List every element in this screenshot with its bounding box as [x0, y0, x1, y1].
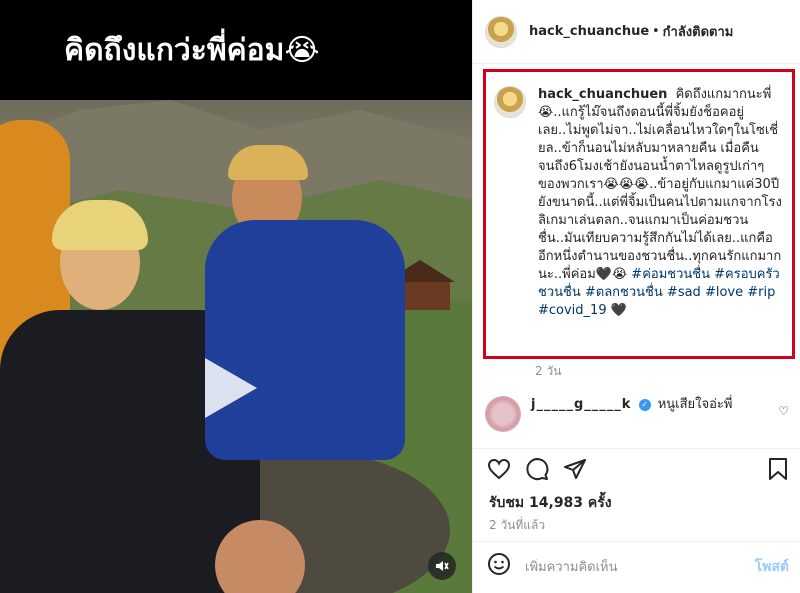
follow-status-button[interactable]: กำลังติดตาม [663, 21, 734, 42]
emoji-icon[interactable] [487, 552, 511, 582]
video-frame[interactable] [0, 100, 472, 593]
post-comment-button[interactable]: โพสต์ [755, 556, 789, 578]
comment-input[interactable] [523, 558, 755, 576]
header-username[interactable]: hack_chuanchuen [529, 24, 649, 39]
post-header: hack_chuanchuen • กำลังติดตาม [473, 0, 800, 64]
comment-icon[interactable] [525, 457, 549, 487]
post-side-panel: hack_chuanchuen • กำลังติดตาม hack_chuan… [472, 0, 800, 593]
comment-username[interactable]: j_____g_____k [531, 397, 631, 412]
comment-avatar[interactable] [485, 396, 521, 432]
hashtag-link[interactable]: #ค่อมชวนชื่น [631, 267, 710, 282]
hashtag-link[interactable]: #sad [667, 285, 701, 300]
divider [473, 541, 800, 542]
video-overlay-caption: คิดถึงแกว่ะพี่ค่อม😭 [0, 0, 472, 100]
caption-text: hack_chuanchuen คิดถึงแกมากนะพี่😭..แกรู้… [538, 86, 784, 348]
caption-body: คิดถึงแกมากนะพี่😭..แกรู้ไม๊จนถึงตอนนี้พี… [538, 87, 782, 282]
views-label: รับชม [489, 495, 525, 511]
caption-timestamp[interactable]: 2 วัน [535, 362, 561, 381]
action-bar [487, 458, 789, 486]
views-count[interactable]: รับชม 14,983 ครั้ง [489, 492, 612, 514]
caption-username[interactable]: hack_chuanchuen [538, 87, 667, 102]
hashtag-link[interactable]: #ตลกชวนชื่น [585, 285, 663, 300]
views-suffix: ครั้ง [587, 495, 612, 511]
heart-icon[interactable] [487, 457, 511, 487]
comment-body: j_____g_____k ✓ หนูเสียใจอ่ะพี่ [531, 396, 778, 414]
caption-highlight-box: hack_chuanchuen คิดถึงแกมากนะพี่😭..แกรู้… [483, 69, 795, 359]
hashtag-link[interactable]: #covid_19 [538, 303, 607, 318]
bookmark-icon[interactable] [767, 457, 789, 487]
verified-badge-icon: ✓ [638, 398, 651, 411]
person-right-body [205, 220, 405, 460]
hashtag-link[interactable]: #rip [747, 285, 775, 300]
header-separator: • [652, 24, 660, 39]
add-comment-form: โพสต์ [487, 552, 789, 582]
hashtag-link[interactable]: #love [705, 285, 743, 300]
post-date[interactable]: 2 วันที่แล้ว [489, 516, 545, 535]
caption-ending-emoji: 🖤 [610, 303, 627, 318]
comment-like-heart-icon[interactable]: ♡ [778, 404, 789, 418]
play-button[interactable] [205, 358, 257, 418]
person-right-hair [228, 145, 308, 180]
share-icon[interactable] [563, 457, 587, 487]
divider [473, 448, 800, 449]
mute-button[interactable] [428, 552, 456, 580]
mute-icon [436, 561, 449, 571]
comment-text: หนูเสียใจอ่ะพี่ [657, 397, 733, 412]
views-number: 14,983 [529, 495, 584, 511]
comment-item: j_____g_____k ✓ หนูเสียใจอ่ะพี่ ♡ [485, 396, 789, 432]
caption-avatar[interactable] [494, 86, 526, 118]
post-media[interactable]: คิดถึงแกว่ะพี่ค่อม😭 [0, 0, 472, 593]
header-avatar[interactable] [485, 15, 517, 48]
